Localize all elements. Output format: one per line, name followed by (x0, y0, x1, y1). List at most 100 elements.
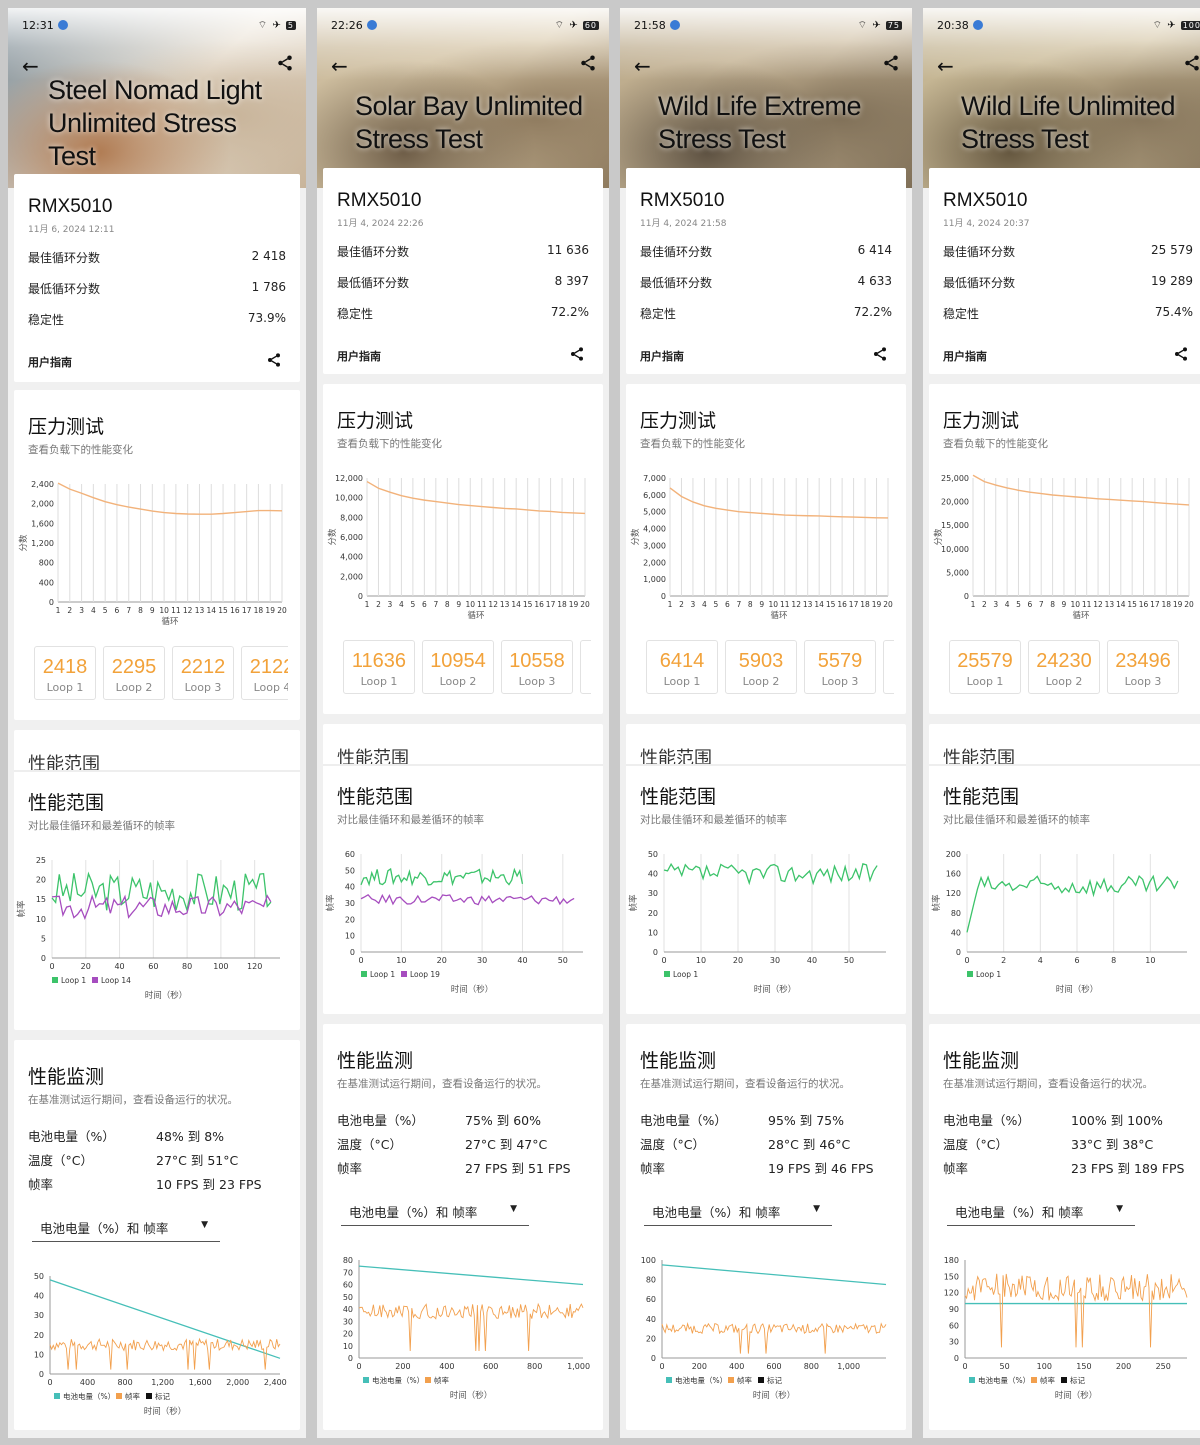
summary-card: RMX5010 11月 6, 2024 12:11 最佳循环分数 2 418 最低循环分… (14, 174, 300, 382)
y-tick-label: 120 (944, 1289, 959, 1298)
x-tick-label: 1,200 (151, 1378, 174, 1387)
x-tick-label: 9 (456, 600, 461, 609)
test-title-line: Stress Test (355, 124, 483, 154)
share-icon[interactable] (276, 54, 294, 72)
loop-score-tile[interactable]: 1 (580, 640, 591, 694)
loop-score-list[interactable]: 2418 Loop 1 2295 Loop 2 2212 Loop 3 2122 Loop 4 (34, 646, 288, 700)
x-tick-label: 17 (546, 600, 556, 609)
legend-label: 电池电量（%） (63, 1391, 115, 1401)
stat-label: 最佳循环分数 (640, 245, 713, 259)
x-tick-label: 13 (803, 600, 813, 609)
y-tick-label: 30 (34, 1311, 44, 1320)
phone-screen-2: 22:26 ⌔ ✈ 60 ← Solar Bay Unlimited Stress Te… (317, 8, 609, 1438)
loop-score-tile[interactable]: 2212 Loop 3 (172, 646, 234, 700)
x-axis-label: 时间（秒） (144, 1406, 187, 1417)
loop-score-tile[interactable]: 11636 Loop 1 (343, 640, 415, 694)
battery-level: 60 (582, 20, 599, 30)
loop-score-value: 25579 (957, 650, 1013, 672)
x-tick-label: 11 (171, 606, 181, 615)
loop-score-tile[interactable]: 2122 Loop 4 (241, 646, 288, 700)
loop-score-tile[interactable]: 25579 Loop 1 (949, 640, 1021, 694)
x-tick-label: 250 (1156, 1362, 1171, 1371)
metric-dropdown[interactable]: 电池电量（%）和 帧率 ▼ (947, 1196, 1135, 1226)
y-tick-label: 10 (36, 915, 46, 924)
legend-label: 标记 (155, 1391, 170, 1401)
loop-score-tile[interactable]: 5903 Loop 2 (725, 640, 797, 694)
loop-score-tile[interactable]: 6414 Loop 1 (646, 640, 718, 694)
share-icon[interactable] (569, 346, 585, 362)
monitor-label: 温度（°C） (337, 1137, 402, 1152)
loop-score-list[interactable]: 6414 Loop 1 5903 Loop 2 5579 Loop 3 538 Loop (646, 640, 894, 694)
metric-dropdown[interactable]: 电池电量（%）和 帧率 ▼ (644, 1196, 832, 1226)
loop-score-tile[interactable]: 10558 Loop 3 (501, 640, 573, 694)
back-arrow-icon[interactable]: ← (634, 54, 651, 78)
loop-label: Loop 1 (663, 675, 701, 688)
dropdown-label: 电池电量（%）和 帧率 (40, 1221, 169, 1236)
loop-score-tile[interactable]: 5579 Loop 3 (804, 640, 876, 694)
monitor-label: 电池电量（%） (337, 1113, 424, 1128)
x-tick-label: 10 (1071, 600, 1081, 609)
metric-dropdown[interactable]: 电池电量（%）和 帧率 ▼ (341, 1196, 529, 1226)
divider (626, 764, 906, 766)
x-tick-label: 0 (962, 1362, 967, 1371)
legend-swatch (666, 1377, 672, 1383)
x-axis-label: 时间（秒） (754, 984, 797, 995)
y-tick-label: 120 (946, 889, 961, 898)
loop-score-tile[interactable]: 24230 Loop 2 (1028, 640, 1100, 694)
y-axis-label: 帧率 (16, 900, 27, 918)
legend-swatch (728, 1377, 734, 1383)
loop-score-value: 2295 (111, 656, 157, 678)
back-arrow-icon[interactable]: ← (937, 54, 954, 78)
y-tick-label: 6,000 (340, 533, 363, 542)
share-icon[interactable] (882, 54, 900, 72)
y-tick-label: 400 (39, 578, 54, 587)
score-line (366, 480, 586, 515)
wifi-icon: ⌔ ✈ (1152, 19, 1181, 31)
x-tick-label: 10 (396, 956, 406, 965)
x-axis-label: 时间（秒） (1056, 984, 1099, 995)
stress-title: 压力测试 (640, 410, 717, 432)
share-icon[interactable] (1173, 346, 1189, 362)
monitor-row: 电池电量（%） 75% 到 60% (337, 1110, 589, 1129)
y-tick-label: 80 (951, 909, 961, 918)
metric-dropdown[interactable]: 电池电量（%）和 帧率 ▼ (32, 1212, 220, 1242)
y-tick-label: 1,600 (31, 519, 54, 528)
fps-line (358, 1302, 584, 1352)
range-title-ghost: 性能范围 (943, 748, 1015, 769)
back-arrow-icon[interactable]: ← (22, 54, 39, 78)
x-tick-label: 1 (971, 600, 976, 609)
share-icon[interactable] (872, 346, 888, 362)
y-tick-label: 7,000 (643, 474, 666, 483)
loop-score-tile[interactable]: 2418 Loop 1 (34, 646, 96, 700)
loop-score-tile[interactable]: 10954 Loop 2 (422, 640, 494, 694)
share-icon[interactable] (266, 352, 282, 368)
summary-card: RMX5010 11月 4, 2024 22:26 最佳循环分数 11 636 最低循环… (323, 168, 603, 374)
loop-score-tile[interactable]: 538 Loop (883, 640, 894, 694)
loop-score-tile[interactable]: 23496 Loop 3 (1107, 640, 1179, 694)
back-arrow-icon[interactable]: ← (331, 54, 348, 78)
y-tick-label: 50 (345, 866, 355, 875)
legend-label: Loop 1 (61, 976, 86, 985)
test-title-line: Solar Bay Unlimited (355, 91, 583, 121)
user-guide-link[interactable]: 用户指南 (337, 348, 381, 364)
x-tick-label: 4 (1038, 956, 1043, 965)
monitor-row: 电池电量（%） 95% 到 75% (640, 1110, 892, 1129)
fps-line (51, 871, 272, 913)
y-axis-label: 分数 (933, 528, 944, 546)
fps-line (964, 1273, 1188, 1348)
share-icon[interactable] (579, 54, 597, 72)
share-icon[interactable] (1183, 54, 1200, 72)
status-time: 12:31 (22, 18, 54, 32)
x-tick-label: 17 (849, 600, 859, 609)
y-tick-label: 15 (36, 895, 46, 904)
x-tick-label: 3 (691, 600, 696, 609)
loop-score-tile[interactable]: 2295 Loop 2 (103, 646, 165, 700)
loop-score-list[interactable]: 11636 Loop 1 10954 Loop 2 10558 Loop 3 1 (343, 640, 591, 694)
stat-label: 稳定性 (337, 307, 374, 321)
user-guide-link[interactable]: 用户指南 (943, 348, 987, 364)
loop-score-list[interactable]: 25579 Loop 1 24230 Loop 2 23496 Loop 3 (949, 640, 1195, 694)
y-tick-label: 0 (39, 1370, 44, 1379)
user-guide-link[interactable]: 用户指南 (28, 354, 72, 370)
user-guide-link[interactable]: 用户指南 (640, 348, 684, 364)
y-tick-label: 30 (343, 1317, 353, 1326)
